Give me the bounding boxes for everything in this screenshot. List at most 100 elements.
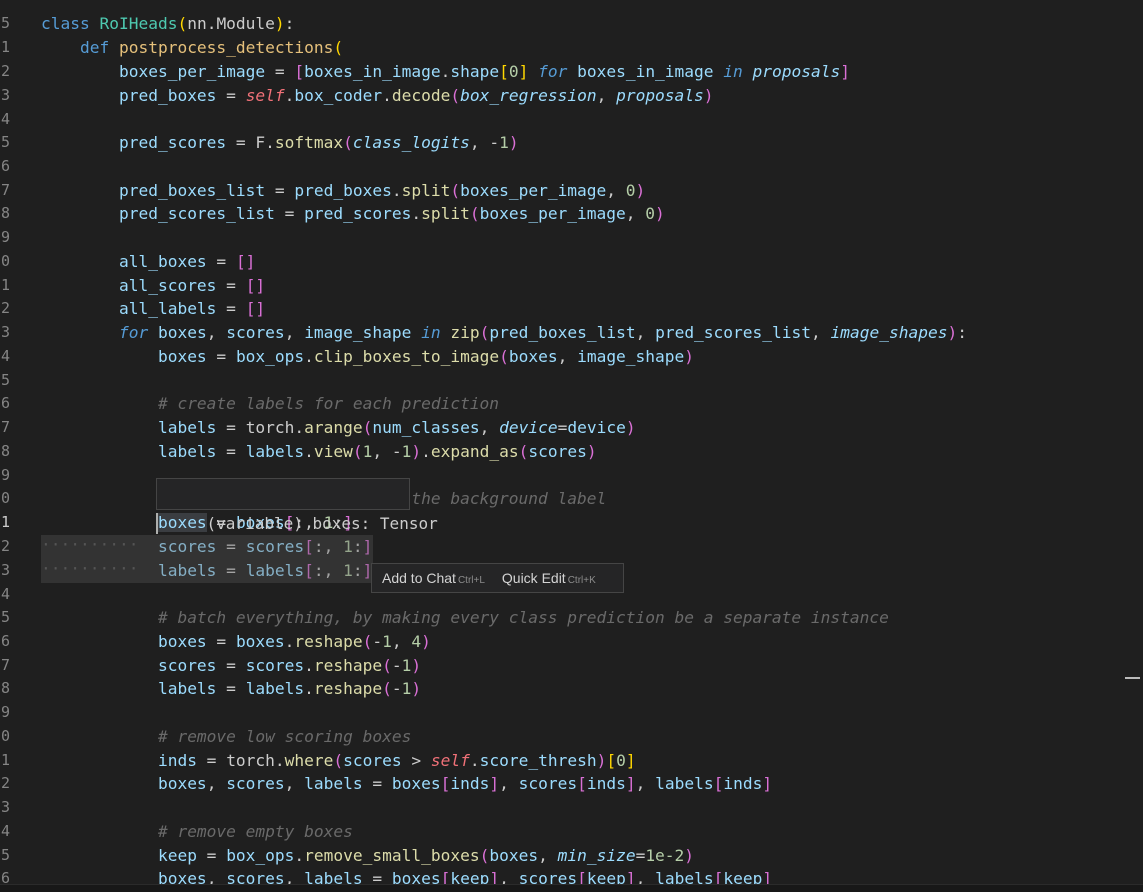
code-line[interactable]: labels = labels.view(1, -1).expand_as(sc… xyxy=(41,440,597,464)
code-token: ( xyxy=(518,442,529,461)
line-number: 2 xyxy=(1,299,11,317)
code-line[interactable]: for boxes, scores, image_shape in zip(pr… xyxy=(41,321,967,345)
code-token: keep xyxy=(157,846,197,865)
code-token: = xyxy=(216,442,246,461)
code-line[interactable]: pred_scores_list = pred_scores.split(box… xyxy=(41,202,665,226)
code-line[interactable]: def postprocess_detections( xyxy=(41,36,343,60)
code-line[interactable]: boxes, scores, labels = boxes[inds], sco… xyxy=(41,772,772,796)
code-line[interactable]: labels = labels.reshape(-1) xyxy=(41,677,421,701)
code-line[interactable]: scores = scores.reshape(-1) xyxy=(41,654,421,678)
code-token: for xyxy=(118,323,149,342)
code-token: image_shape xyxy=(304,323,412,342)
code-line[interactable]: pred_boxes_list = pred_boxes.split(boxes… xyxy=(41,179,645,203)
code-token: , - xyxy=(469,133,500,152)
code-token: pred_scores xyxy=(118,133,227,152)
code-token: self xyxy=(245,86,285,105)
code-token: [ xyxy=(499,62,509,81)
code-line[interactable]: inds = torch.where(scores > self.score_t… xyxy=(41,749,636,773)
code-token: ) xyxy=(411,442,422,461)
code-token: , xyxy=(206,323,227,342)
code-line[interactable]: boxes = box_ops.clip_boxes_to_image(boxe… xyxy=(41,345,694,369)
code-token: box_ops xyxy=(235,347,305,366)
code-line[interactable]: labels = torch.arange(num_classes, devic… xyxy=(41,416,636,440)
code-token: = xyxy=(216,276,246,295)
code-token: box_ops xyxy=(226,846,295,865)
line-number: 5 xyxy=(1,371,11,389)
code-token: , xyxy=(606,181,626,200)
line-number: 0 xyxy=(1,727,11,745)
code-token: . xyxy=(391,181,402,200)
code-token: 0 xyxy=(645,204,656,223)
code-line[interactable]: class RoIHeads(nn.Module): xyxy=(41,12,294,36)
line-number: 5 xyxy=(1,14,11,32)
add-to-chat-button[interactable]: Add to Chat Ctrl+L xyxy=(382,570,485,586)
code-token: ) xyxy=(684,347,695,366)
selection-action-popup: Add to Chat Ctrl+L Quick Edit Ctrl+K xyxy=(371,563,624,593)
code-token: = xyxy=(226,133,256,152)
code-line[interactable]: boxes_per_image = [boxes_in_image.shape[… xyxy=(41,60,850,84)
line-number: 7 xyxy=(1,656,11,674)
code-token: , xyxy=(284,323,305,342)
code-token: reshape xyxy=(294,632,363,651)
code-line[interactable]: # batch everything, by making every clas… xyxy=(41,606,889,630)
code-token: scores xyxy=(245,656,305,675)
line-number: 9 xyxy=(1,466,11,484)
code-token: ( xyxy=(450,181,461,200)
code-line[interactable]: # remove empty boxes xyxy=(41,820,353,844)
code-token: . xyxy=(440,62,451,81)
code-editor[interactable]: 5123456789012345678901234567890123456 cl… xyxy=(0,0,1143,892)
code-token: view xyxy=(313,442,353,461)
code-line[interactable]: pred_boxes = self.box_coder.decode(box_r… xyxy=(41,84,714,108)
code-token: split xyxy=(401,181,451,200)
code-token: reshape xyxy=(313,656,383,675)
code-token: pred_boxes_list xyxy=(489,323,636,342)
code-token: # remove low scoring boxes xyxy=(157,727,412,746)
code-line[interactable]: all_boxes = [] xyxy=(41,250,255,274)
code-token: ) xyxy=(684,846,695,865)
code-line[interactable]: all_scores = [] xyxy=(41,274,265,298)
line-number: 6 xyxy=(1,157,11,175)
code-token: 0 xyxy=(616,751,626,770)
line-number: 1 xyxy=(1,751,11,769)
code-token: ) xyxy=(421,632,431,651)
code-token: score_thresh xyxy=(479,751,597,770)
code-line[interactable]: keep = box_ops.remove_small_boxes(boxes,… xyxy=(41,844,694,868)
code-token: = xyxy=(265,62,295,81)
code-token: in xyxy=(723,62,743,81)
code-token: postprocess_detections xyxy=(118,38,334,57)
code-token: , xyxy=(284,774,305,793)
code-token: scores xyxy=(343,751,402,770)
code-token: ] xyxy=(489,774,500,793)
code-token: reshape xyxy=(313,679,383,698)
scrollbar-marker[interactable] xyxy=(1125,677,1140,679)
code-token: 1 xyxy=(401,442,412,461)
code-line[interactable]: boxes = boxes.reshape(-1, 4) xyxy=(41,630,431,654)
code-line[interactable]: all_labels = [] xyxy=(41,297,265,321)
code-line[interactable]: pred_scores = F.softmax(class_logits, -1… xyxy=(41,131,519,155)
code-token: > xyxy=(401,751,431,770)
code-line[interactable]: # remove low scoring boxes xyxy=(41,725,411,749)
code-token: ) xyxy=(703,86,714,105)
code-token: pred_scores_list xyxy=(655,323,812,342)
line-number: 3 xyxy=(1,323,11,341)
code-token: pred_boxes xyxy=(294,181,392,200)
code-token: , xyxy=(538,846,558,865)
code-token: : xyxy=(957,323,967,342)
code-line[interactable]: # create labels for each prediction xyxy=(41,392,499,416)
code-token: = xyxy=(206,347,236,366)
code-token: ] xyxy=(625,751,636,770)
code-token: [ xyxy=(577,774,587,793)
quick-edit-button[interactable]: Quick Edit Ctrl+K xyxy=(502,570,596,586)
code-token: ) xyxy=(508,133,519,152)
code-token: : xyxy=(284,14,295,33)
code-token: labels xyxy=(245,679,305,698)
code-token: boxes xyxy=(157,632,207,651)
code-token: arange xyxy=(304,418,363,437)
